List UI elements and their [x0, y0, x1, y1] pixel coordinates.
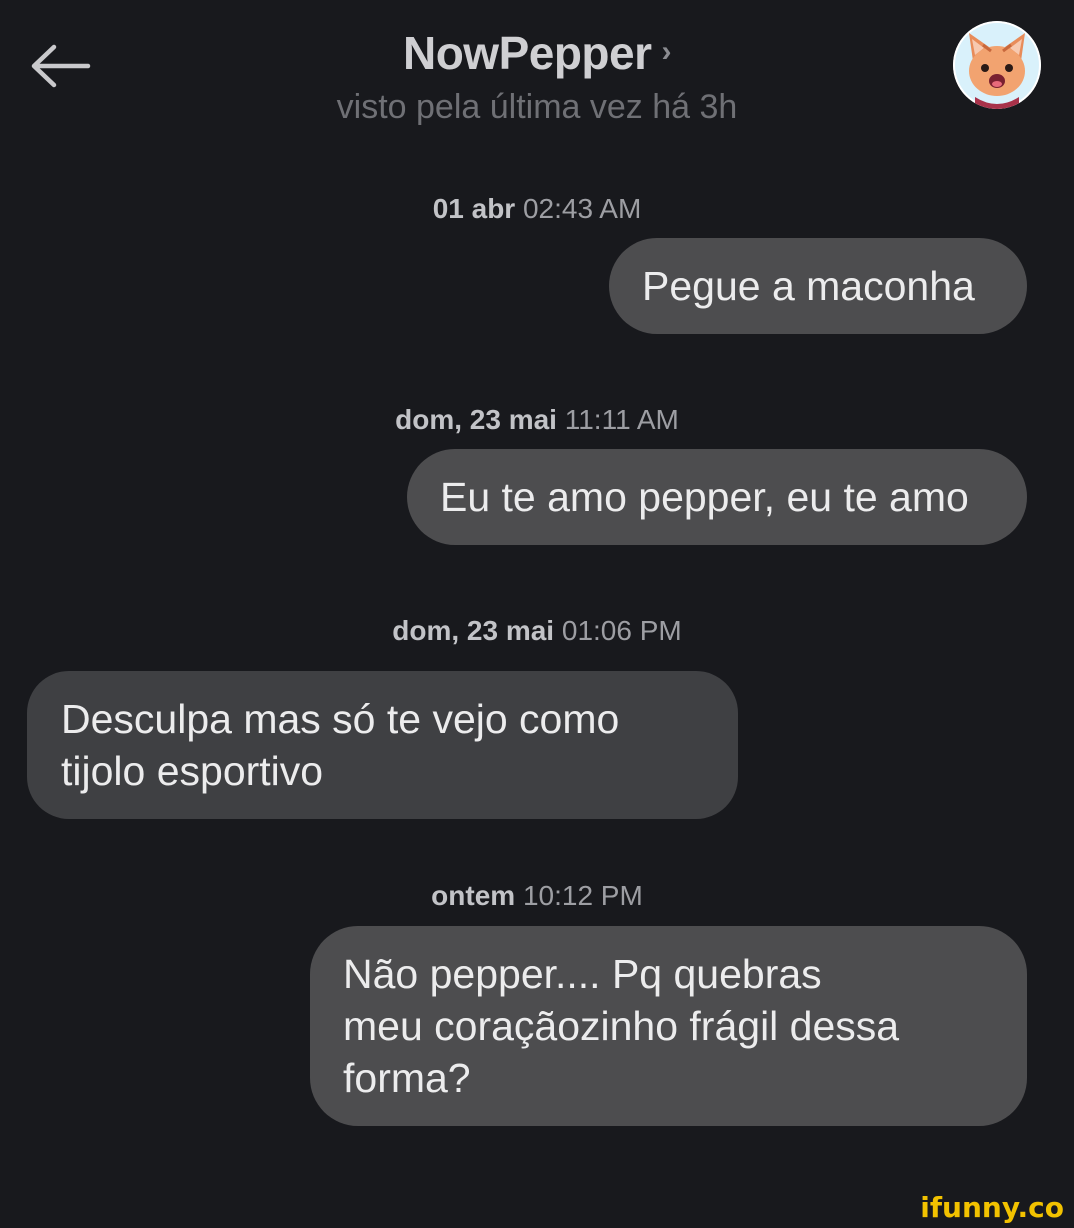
message-timestamp: 01 abr 02:43 AM	[0, 193, 1074, 225]
timestamp-time: 01:06 PM	[561, 615, 682, 646]
chat-title[interactable]: NowPepper ›	[0, 26, 1074, 80]
outgoing-message[interactable]: Eu te amo pepper, eu te amo	[407, 449, 1027, 545]
message-timestamp: dom, 23 mai 01:06 PM	[0, 615, 1074, 647]
message-line: Não pepper.... Pq quebras	[343, 951, 822, 997]
outgoing-message[interactable]: Pegue a maconha	[609, 238, 1027, 334]
message-line: Desculpa mas só te vejo como	[61, 696, 620, 742]
timestamp-date: dom, 23 mai	[395, 404, 557, 435]
watermark: ifunny.co	[920, 1191, 1064, 1224]
timestamp-date: ontem	[431, 880, 516, 911]
cat-avatar-icon[interactable]	[953, 21, 1041, 109]
message-line: meu coraçãozinho frágil dessa	[343, 1003, 900, 1049]
message-timestamp: dom, 23 mai 11:11 AM	[0, 404, 1074, 436]
timestamp-time: 11:11 AM	[564, 404, 679, 435]
incoming-message[interactable]: Desculpa mas só te vejo como tijolo espo…	[27, 671, 738, 819]
timestamp-time: 02:43 AM	[522, 193, 642, 224]
message-timestamp: ontem 10:12 PM	[0, 880, 1074, 912]
message-line: forma?	[343, 1055, 471, 1101]
message-line: tijolo esportivo	[61, 748, 324, 794]
outgoing-message[interactable]: Não pepper.... Pq quebras meu coraçãozin…	[310, 926, 1027, 1126]
timestamp-date: 01 abr	[432, 193, 516, 224]
timestamp-time: 10:12 PM	[522, 880, 643, 911]
timestamp-date: dom, 23 mai	[392, 615, 555, 646]
chevron-right-icon: ›	[661, 35, 672, 68]
contact-name[interactable]: NowPepper	[403, 27, 652, 79]
last-seen-status: visto pela última vez há 3h	[336, 88, 738, 126]
